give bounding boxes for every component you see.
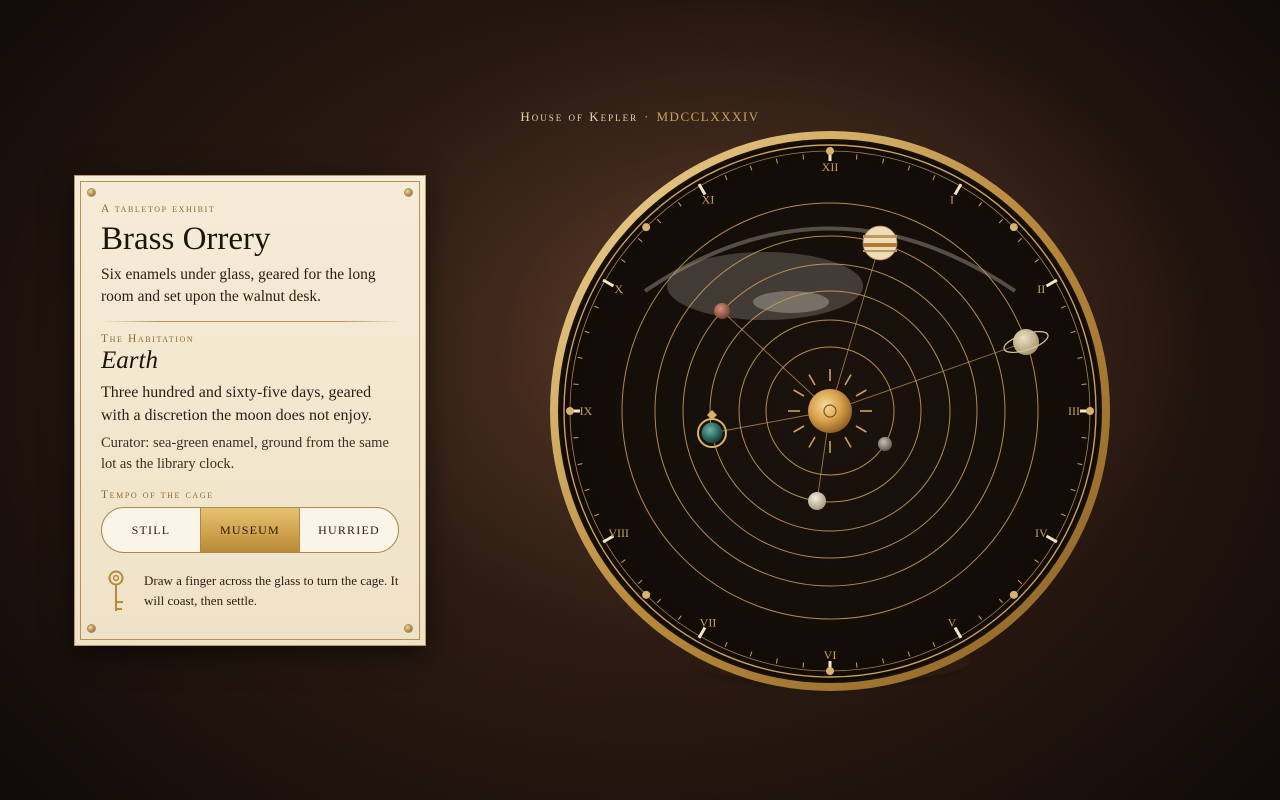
planet-moon[interactable]	[808, 492, 826, 510]
jupiter-band	[863, 243, 897, 247]
tempo-label: Tempo of the cage	[101, 489, 214, 501]
hour-numeral: XII	[822, 160, 839, 174]
minute-tick	[802, 662, 805, 668]
key-icon	[108, 570, 124, 611]
bezel-stud	[1086, 407, 1094, 415]
card-lede: Six enamels under glass, geared for the …	[101, 266, 376, 305]
hour-numeral: I	[950, 193, 954, 207]
planet-mars[interactable]	[714, 303, 730, 319]
exhibit-header: House of Kepler · MDCCLXXXIV	[0, 109, 1280, 125]
bezel-stud	[642, 223, 651, 232]
bezel-stud	[642, 590, 651, 599]
hour-numeral: IX	[580, 404, 593, 418]
nebula-core	[753, 291, 829, 313]
tempo-still-button[interactable]: STILL	[102, 508, 201, 552]
divider	[101, 321, 401, 322]
tempo-selector: STILL MUSEUM HURRIED	[101, 507, 399, 553]
bezel-stud	[826, 667, 834, 675]
hour-numeral: II	[1037, 282, 1045, 296]
minute-tick	[855, 154, 858, 160]
minute-tick	[802, 154, 805, 160]
hint-text: Draw a finger across the glass to turn t…	[144, 573, 399, 608]
rivet-icon	[405, 189, 412, 196]
bezel-stud	[826, 147, 834, 155]
jupiter-band	[863, 250, 897, 252]
minute-tick	[573, 383, 579, 386]
minute-tick	[1081, 383, 1087, 386]
curator-note: Curator: sea-green enamel, ground from t…	[101, 435, 389, 472]
jupiter-band	[863, 235, 897, 238]
card-kicker: A tabletop exhibit	[101, 203, 216, 215]
orrery-dial[interactable]: XIIIIIIIIIVVVIVIIVIIIIXXXI	[545, 126, 1115, 696]
rivet-icon	[88, 625, 95, 632]
info-card: A tabletop exhibit Brass Orrery Six enam…	[74, 175, 426, 646]
hour-numeral: VIII	[608, 526, 629, 540]
bezel-stud	[1009, 590, 1018, 599]
planet-jupiter[interactable]	[862, 225, 898, 261]
header-year: MDCCLXXXIV	[656, 109, 760, 124]
minute-tick	[573, 436, 579, 439]
sun[interactable]	[808, 389, 852, 433]
house-name: House of Kepler	[520, 109, 639, 124]
hour-numeral: X	[614, 282, 623, 296]
bezel-stud	[566, 407, 574, 415]
hour-numeral: VII	[700, 615, 717, 629]
planet-name: Earth	[101, 347, 158, 374]
rivet-icon	[405, 625, 412, 632]
hour-numeral: IV	[1035, 526, 1048, 540]
rivet-icon	[88, 189, 95, 196]
card-content: A tabletop exhibit Brass Orrery Six enam…	[101, 203, 401, 615]
hour-numeral: V	[948, 615, 957, 629]
header-separator: ·	[644, 109, 651, 124]
tempo-hurried-button[interactable]: HURRIED	[300, 508, 398, 552]
habitation-label: The Habitation	[101, 333, 195, 345]
hour-numeral: III	[1068, 404, 1080, 418]
hour-numeral: VI	[824, 648, 837, 662]
saturn-disc	[1013, 329, 1039, 355]
bezel-stud	[1009, 223, 1018, 232]
minute-tick	[855, 662, 858, 668]
card-title: Brass Orrery	[101, 221, 271, 257]
hour-numeral: XI	[702, 193, 715, 207]
tempo-museum-button[interactable]: MUSEUM	[201, 508, 300, 552]
planet-description: Three hundred and sixty-five days, geare…	[101, 384, 372, 424]
earth-enamel	[701, 422, 723, 444]
gesture-hint: Draw a finger across the glass to turn t…	[101, 569, 401, 615]
planet-mercury[interactable]	[878, 437, 892, 451]
minute-tick	[1081, 436, 1087, 439]
